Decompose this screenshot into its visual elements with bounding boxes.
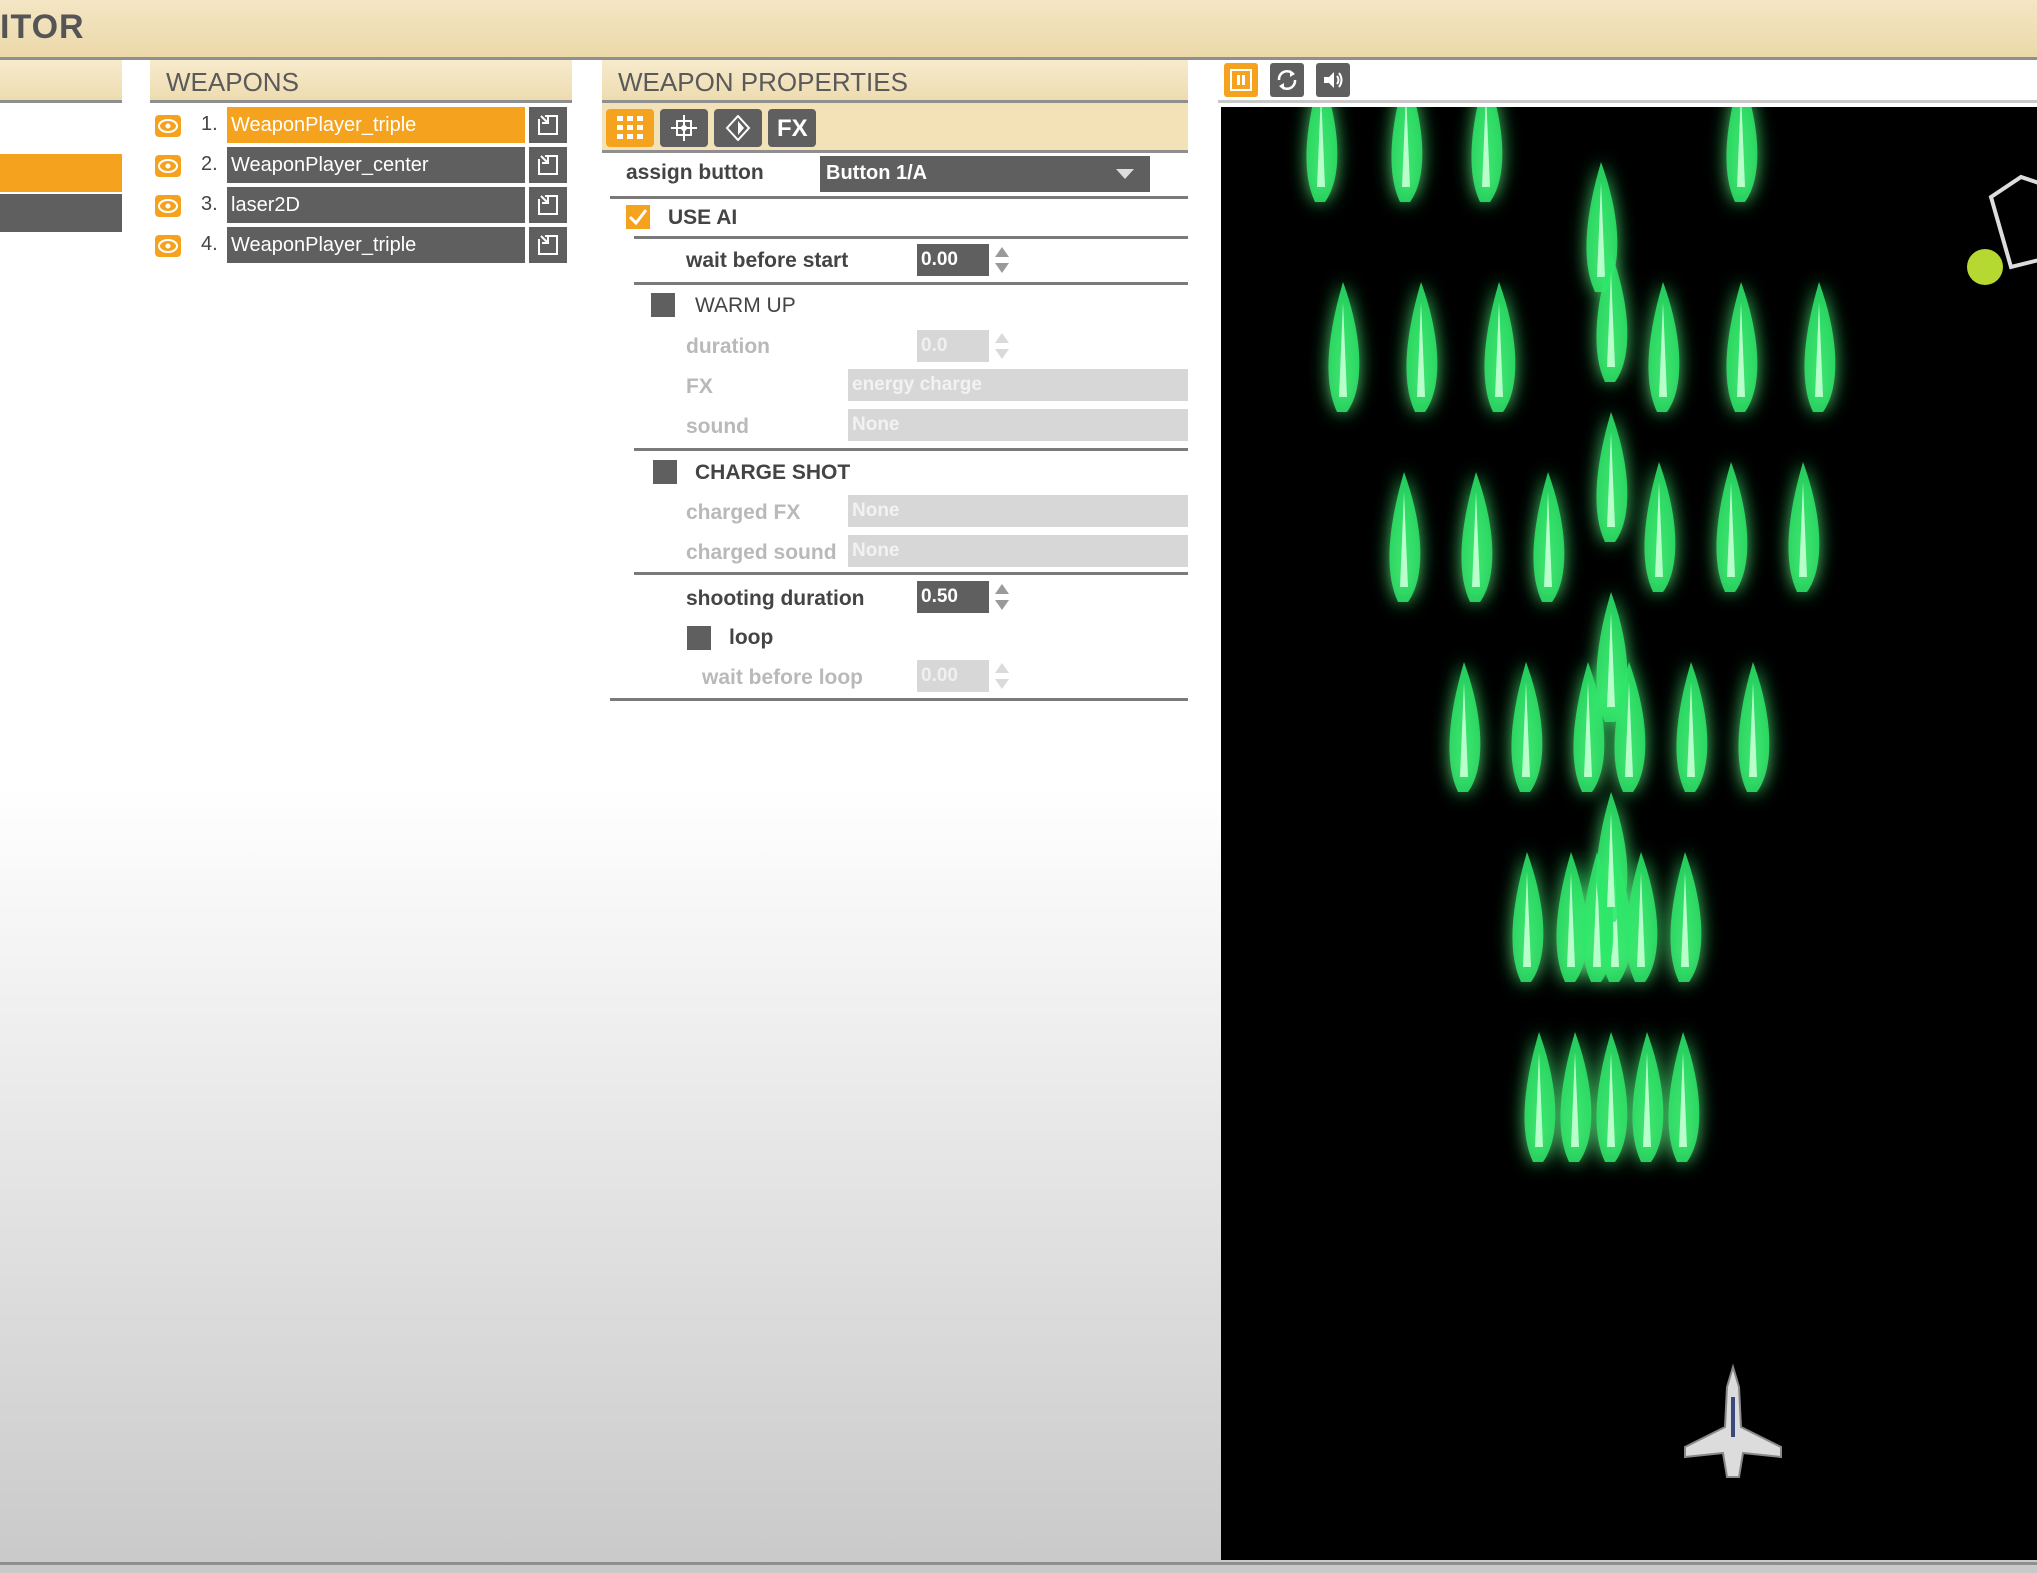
divider xyxy=(634,572,1188,575)
charge-shot-label: CHARGE SHOT xyxy=(695,461,851,484)
edit-weapon-icon[interactable] xyxy=(529,187,567,223)
weapon-row[interactable]: 3. laser2D xyxy=(153,187,569,225)
stepper-icon[interactable] xyxy=(993,244,1011,276)
charge-shot-checkbox[interactable] xyxy=(653,460,677,484)
weapon-index: 2. xyxy=(201,153,218,175)
refresh-icon xyxy=(1277,70,1297,90)
charged-fx-label: charged FX xyxy=(686,501,801,524)
use-ai-label: USE AI xyxy=(668,206,738,229)
weapon-row[interactable]: 4. WeaponPlayer_triple xyxy=(153,227,569,265)
charged-sound-dropdown[interactable]: None xyxy=(848,535,1188,567)
app-title: ITOR xyxy=(0,8,85,46)
divider xyxy=(634,236,1188,239)
charged-sound-label: charged sound xyxy=(686,541,837,564)
divider xyxy=(610,698,1188,701)
game-preview[interactable] xyxy=(1221,107,2037,1560)
warm-up-sound-label: sound xyxy=(686,415,749,438)
shooting-duration-input[interactable]: 0.50 xyxy=(917,581,989,613)
edit-weapon-icon[interactable] xyxy=(529,107,567,143)
tab-target[interactable] xyxy=(660,109,708,147)
stepper-icon[interactable] xyxy=(993,330,1011,362)
stepper-icon[interactable] xyxy=(993,660,1011,692)
enemy-ship xyxy=(1967,174,2037,285)
warm-up-label: WARM UP xyxy=(695,294,796,317)
divider xyxy=(634,448,1188,451)
charged-fx-dropdown[interactable]: None xyxy=(848,495,1188,527)
game-scene xyxy=(1306,107,2037,1478)
visibility-eye-icon[interactable] xyxy=(155,195,181,217)
weapon-name[interactable]: WeaponPlayer_triple xyxy=(227,227,525,263)
warm-up-checkbox[interactable] xyxy=(651,293,675,317)
visibility-eye-icon[interactable] xyxy=(155,235,181,257)
wait-before-start-label: wait before start xyxy=(686,249,849,272)
left-panel-header xyxy=(0,60,122,103)
bottom-border xyxy=(0,1562,2037,1565)
divider xyxy=(610,196,1188,199)
warm-up-fx-dropdown[interactable]: energy charge xyxy=(848,369,1188,401)
assign-button-value: Button 1/A xyxy=(826,162,928,184)
tab-diamond[interactable] xyxy=(714,109,762,147)
warm-up-sound-dropdown[interactable]: None xyxy=(848,409,1188,441)
stepper-icon[interactable] xyxy=(993,581,1011,613)
speaker-icon xyxy=(1324,72,1343,88)
wait-before-loop-input[interactable]: 0.00 xyxy=(917,660,989,692)
sound-button[interactable] xyxy=(1316,63,1350,97)
weapon-index: 3. xyxy=(201,193,218,215)
weapon-row[interactable]: 2. WeaponPlayer_center xyxy=(153,147,569,185)
wait-before-loop-label: wait before loop xyxy=(702,666,864,689)
warm-up-duration-input[interactable]: 0.0 xyxy=(917,330,989,362)
weapon-index: 4. xyxy=(201,233,218,255)
tab-grid[interactable] xyxy=(606,109,654,147)
pause-icon xyxy=(1230,69,1252,91)
loop-label: loop xyxy=(729,626,774,649)
checkmark-icon xyxy=(628,209,648,226)
chevron-down-icon xyxy=(1116,169,1134,179)
warm-up-duration-label: duration xyxy=(686,335,770,358)
weapons-panel-header: WEAPONS xyxy=(150,60,572,103)
assign-button-dropdown[interactable]: Button 1/A xyxy=(820,156,1150,192)
tab-fx-label: FX xyxy=(777,115,808,142)
edit-weapon-icon[interactable] xyxy=(529,227,567,263)
player-ship xyxy=(1684,1363,1782,1478)
tab-fx[interactable]: FX xyxy=(768,109,816,147)
refresh-button[interactable] xyxy=(1270,63,1304,97)
visibility-eye-icon[interactable] xyxy=(155,115,181,137)
properties-panel-header: WEAPON PROPERTIES xyxy=(602,60,1188,103)
warm-up-fx-label: FX xyxy=(686,375,713,398)
loop-checkbox[interactable] xyxy=(687,626,711,650)
divider xyxy=(634,282,1188,285)
weapon-row[interactable]: 1. WeaponPlayer_triple xyxy=(153,107,569,145)
weapon-name[interactable]: WeaponPlayer_triple xyxy=(227,107,525,143)
weapons-panel-title: WEAPONS xyxy=(166,67,299,97)
weapon-index: 1. xyxy=(201,113,218,135)
left-list-item[interactable] xyxy=(0,194,122,232)
weapon-name[interactable]: laser2D xyxy=(227,187,525,223)
properties-panel-title: WEAPON PROPERTIES xyxy=(618,67,908,97)
weapon-name[interactable]: WeaponPlayer_center xyxy=(227,147,525,183)
pause-button[interactable] xyxy=(1224,63,1258,97)
wait-before-start-input[interactable]: 0.00 xyxy=(917,244,989,276)
shooting-duration-label: shooting duration xyxy=(686,587,865,610)
left-list-item-selected[interactable] xyxy=(0,154,122,192)
assign-button-label: assign button xyxy=(626,161,764,184)
visibility-eye-icon[interactable] xyxy=(155,155,181,177)
use-ai-checkbox[interactable] xyxy=(626,205,650,229)
title-bar xyxy=(0,0,2037,60)
edit-weapon-icon[interactable] xyxy=(529,147,567,183)
